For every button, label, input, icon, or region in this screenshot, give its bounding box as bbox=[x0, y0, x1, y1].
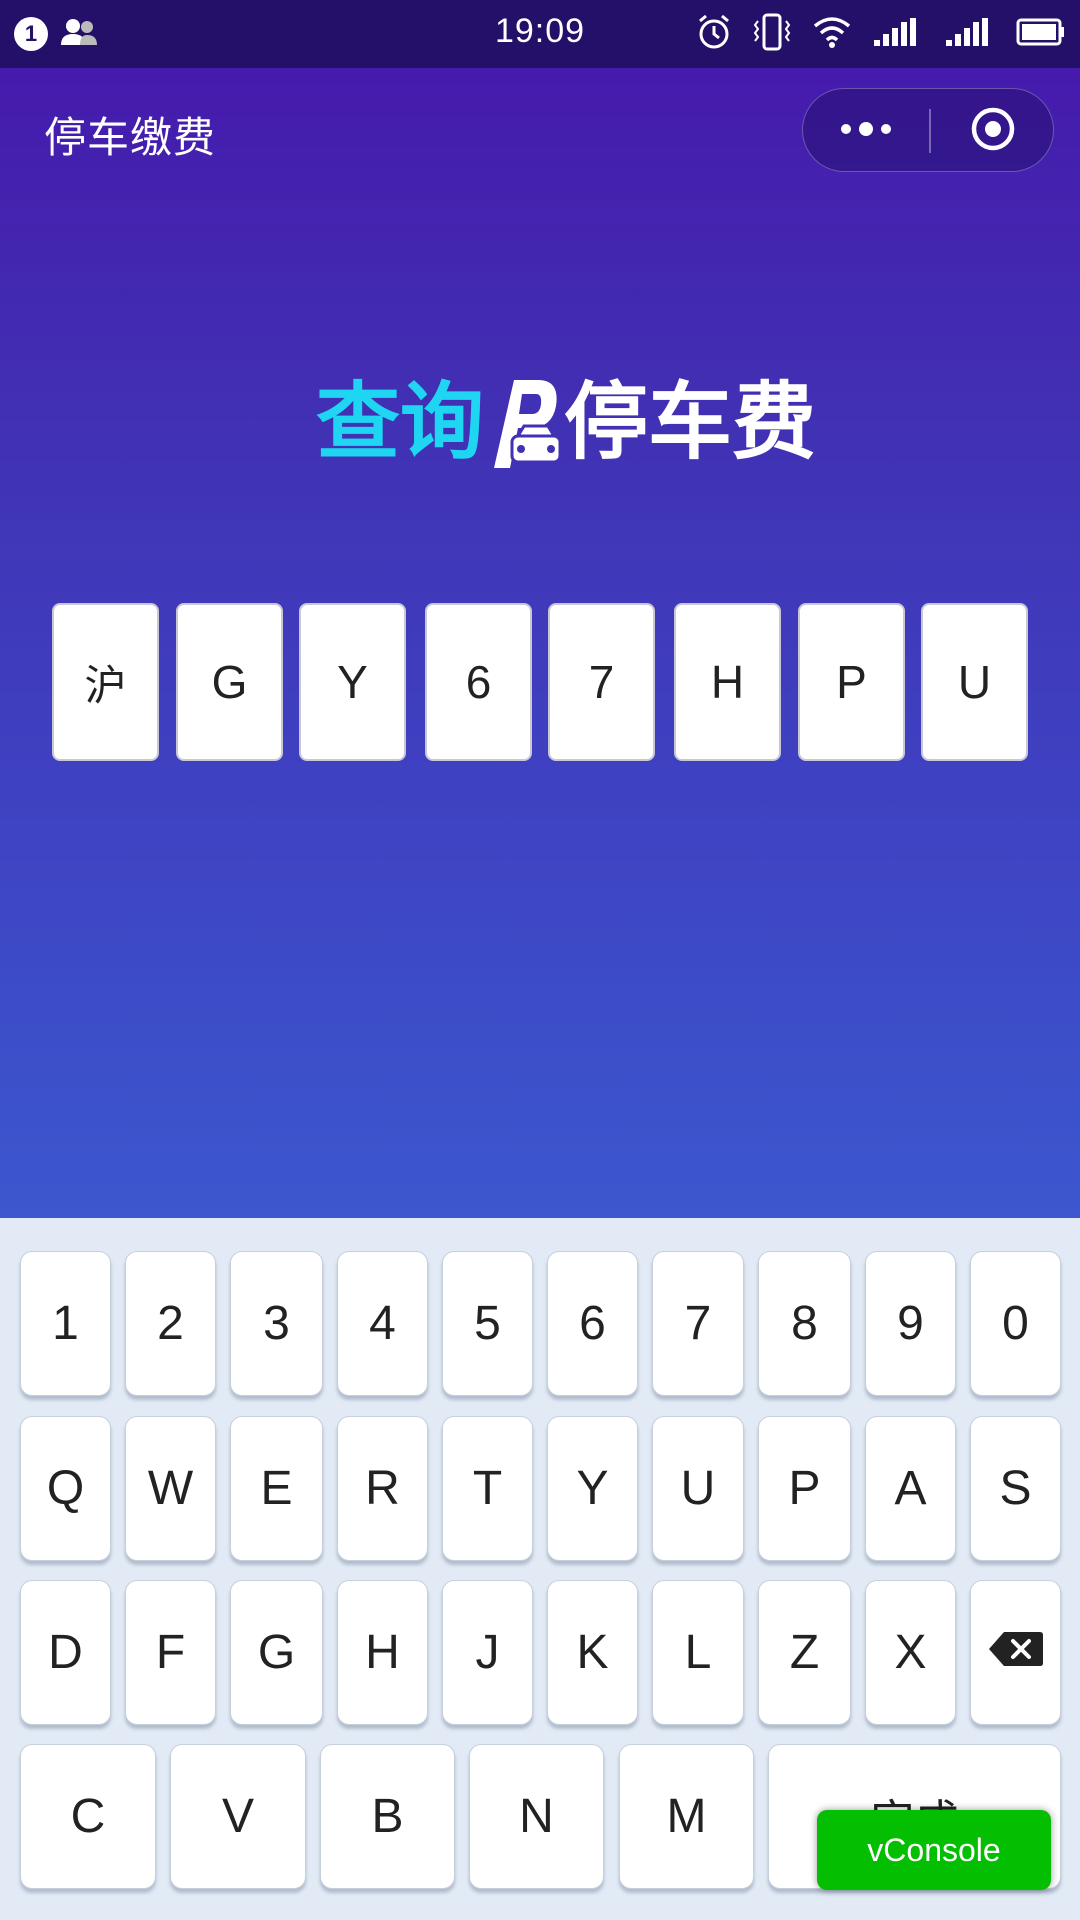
mini-program-capsule bbox=[802, 88, 1054, 172]
key-5[interactable]: 5 bbox=[442, 1251, 533, 1396]
key-k[interactable]: K bbox=[547, 1580, 638, 1725]
key-1[interactable]: 1 bbox=[20, 1251, 111, 1396]
plate-char-box-3[interactable]: Y bbox=[299, 603, 406, 761]
more-dots-icon bbox=[836, 119, 896, 143]
query-parking-fee-logo: 查询 停车费 bbox=[316, 372, 816, 472]
key-f[interactable]: F bbox=[125, 1580, 216, 1725]
target-circle-icon bbox=[969, 105, 1017, 157]
key-s[interactable]: S bbox=[970, 1416, 1061, 1561]
key-w[interactable]: W bbox=[125, 1416, 216, 1561]
key-q[interactable]: Q bbox=[20, 1416, 111, 1561]
alarm-icon bbox=[696, 13, 732, 55]
wifi-icon bbox=[812, 15, 852, 53]
battery-icon bbox=[1016, 17, 1066, 51]
signal-icon-sim1 bbox=[872, 16, 924, 52]
more-button[interactable] bbox=[803, 89, 929, 173]
key-p[interactable]: P bbox=[758, 1416, 851, 1561]
key-9[interactable]: 9 bbox=[865, 1251, 956, 1396]
key-v[interactable]: V bbox=[170, 1744, 306, 1889]
vconsole-button[interactable]: vConsole bbox=[817, 1810, 1051, 1890]
key-b[interactable]: B bbox=[320, 1744, 455, 1889]
signal-icon-sim2 bbox=[944, 16, 996, 52]
status-bar: 1 19:09 bbox=[0, 0, 1080, 68]
close-button[interactable] bbox=[930, 89, 1055, 173]
key-r[interactable]: R bbox=[337, 1416, 428, 1561]
key-h[interactable]: H bbox=[337, 1580, 428, 1725]
plate-char-box-8[interactable]: U bbox=[921, 603, 1028, 761]
status-bar-right bbox=[696, 13, 1066, 55]
key-z[interactable]: Z bbox=[758, 1580, 851, 1725]
key-u[interactable]: U bbox=[652, 1416, 744, 1561]
plate-char-box-7[interactable]: P bbox=[798, 603, 905, 761]
logo-text-parking-fee: 停车费 bbox=[564, 373, 817, 471]
key-e[interactable]: E bbox=[230, 1416, 323, 1561]
page-title: 停车缴费 bbox=[44, 113, 217, 162]
plate-char-box-1[interactable]: 沪 bbox=[52, 603, 159, 761]
key-2[interactable]: 2 bbox=[125, 1251, 216, 1396]
plate-number-input: 沪 G Y 6 7 H P U bbox=[52, 603, 1028, 761]
key-g[interactable]: G bbox=[230, 1580, 323, 1725]
key-x[interactable]: X bbox=[865, 1580, 956, 1725]
key-6[interactable]: 6 bbox=[547, 1251, 638, 1396]
key-l[interactable]: L bbox=[652, 1580, 744, 1725]
backspace-icon bbox=[988, 1625, 1044, 1680]
key-8[interactable]: 8 bbox=[758, 1251, 851, 1396]
key-y[interactable]: Y bbox=[547, 1416, 638, 1561]
key-t[interactable]: T bbox=[442, 1416, 533, 1561]
screen: 1 19:09 停车缴费 查询 停车费 沪 G Y 6 7 H P U 1 2 … bbox=[0, 0, 1080, 1920]
key-d[interactable]: D bbox=[20, 1580, 111, 1725]
key-3[interactable]: 3 bbox=[230, 1251, 323, 1396]
plate-char-box-6[interactable]: H bbox=[674, 603, 781, 761]
key-4[interactable]: 4 bbox=[337, 1251, 428, 1396]
key-c[interactable]: C bbox=[20, 1744, 156, 1889]
plate-char-box-2[interactable]: G bbox=[176, 603, 283, 761]
key-a[interactable]: A bbox=[865, 1416, 956, 1561]
key-0[interactable]: 0 bbox=[970, 1251, 1061, 1396]
backspace-key[interactable] bbox=[970, 1580, 1061, 1725]
key-n[interactable]: N bbox=[469, 1744, 604, 1889]
key-m[interactable]: M bbox=[619, 1744, 754, 1889]
parking-car-icon bbox=[486, 372, 562, 472]
key-j[interactable]: J bbox=[442, 1580, 533, 1725]
plate-char-box-5[interactable]: 7 bbox=[548, 603, 655, 761]
logo-text-query: 查询 bbox=[316, 373, 485, 471]
plate-char-box-4[interactable]: 6 bbox=[425, 603, 532, 761]
key-7[interactable]: 7 bbox=[652, 1251, 744, 1396]
vibrate-icon bbox=[752, 13, 792, 55]
